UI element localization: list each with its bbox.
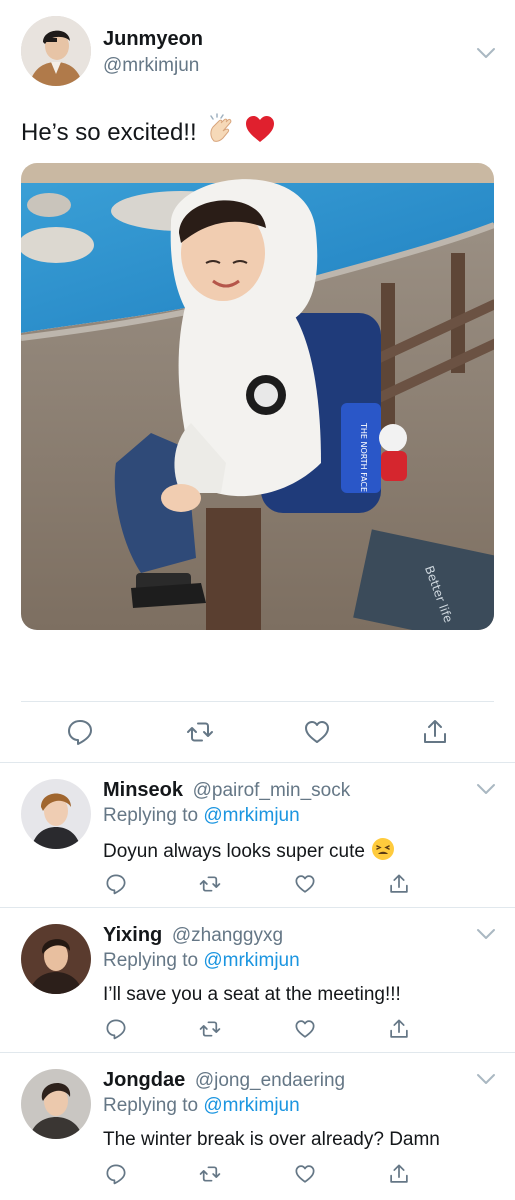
mention-link[interactable]: @mrkimjun <box>203 805 299 826</box>
reply-text: I’ll save you a seat at the meeting!!! <box>103 984 401 1006</box>
reply-icon[interactable] <box>66 718 94 746</box>
like-icon[interactable] <box>294 873 316 895</box>
reply-tweet-jongdae[interactable]: Jongdae @jong_endaering Replying to @mrk… <box>0 1053 515 1200</box>
chevron-down-icon[interactable] <box>476 1072 496 1086</box>
red-heart-emoji <box>245 115 275 150</box>
share-icon[interactable] <box>388 1018 410 1040</box>
tired-face-emoji <box>371 837 395 867</box>
chevron-down-icon[interactable] <box>476 782 496 796</box>
avatar-junmyeon[interactable] <box>21 16 91 86</box>
mention-link[interactable]: @mrkimjun <box>203 950 299 971</box>
reply-text: Doyun always looks super cute <box>103 837 395 867</box>
reply-text-content: The winter break is over already? Damn <box>103 1129 440 1150</box>
share-icon[interactable] <box>421 718 449 746</box>
like-icon[interactable] <box>294 1163 316 1185</box>
display-name-text[interactable]: Jongdae <box>103 1069 185 1091</box>
replying-to-label: Replying to <box>103 805 199 826</box>
chevron-down-icon[interactable] <box>476 927 496 941</box>
like-icon[interactable] <box>303 718 331 746</box>
display-name[interactable]: Yixing @zhanggyxg <box>103 924 283 947</box>
display-name-text[interactable]: Yixing <box>103 924 162 946</box>
reply-tweet-minseok[interactable]: Minseok @pairof_min_sock Replying to @mr… <box>0 763 515 908</box>
like-icon[interactable] <box>294 1018 316 1040</box>
chevron-down-icon[interactable] <box>476 46 496 60</box>
share-icon[interactable] <box>388 1163 410 1185</box>
retweet-icon[interactable] <box>199 873 221 895</box>
replying-to-label: Replying to <box>103 950 199 971</box>
replying-to: Replying to @mrkimjun <box>103 950 300 972</box>
tweet-photo[interactable]: Better life THE NORTH FACE <box>21 163 494 630</box>
main-tweet: Junmyeon @mrkimjun He’s so excited!! Bet… <box>0 0 515 763</box>
display-name[interactable]: Junmyeon <box>103 28 203 51</box>
display-name[interactable]: Jongdae @jong_endaering <box>103 1069 345 1092</box>
reply-text: The winter break is over already? Damn <box>103 1129 440 1151</box>
reply-icon[interactable] <box>105 1163 127 1185</box>
reply-text-content: I’ll save you a seat at the meeting!!! <box>103 984 401 1005</box>
avatar-minseok[interactable] <box>21 779 91 849</box>
retweet-icon[interactable] <box>199 1163 221 1185</box>
display-name-text[interactable]: Minseok <box>103 779 183 801</box>
replying-to-label: Replying to <box>103 1095 199 1116</box>
avatar-jongdae[interactable] <box>21 1069 91 1139</box>
clapping-hands-emoji <box>205 113 237 152</box>
reply-tweet-yixing[interactable]: Yixing @zhanggyxg Replying to @mrkimjun … <box>0 908 515 1053</box>
user-handle[interactable]: @pairof_min_sock <box>193 780 351 801</box>
avatar-yixing[interactable] <box>21 924 91 994</box>
retweet-icon[interactable] <box>186 718 214 746</box>
reply-icon[interactable] <box>105 873 127 895</box>
user-handle[interactable]: @mrkimjun <box>103 55 199 77</box>
replying-to: Replying to @mrkimjun <box>103 1095 300 1117</box>
user-handle[interactable]: @zhanggyxg <box>172 925 283 946</box>
retweet-icon[interactable] <box>199 1018 221 1040</box>
reply-icon[interactable] <box>105 1018 127 1040</box>
actions-divider <box>21 701 494 702</box>
reply-text-content: Doyun always looks super cute <box>103 841 365 862</box>
replying-to: Replying to @mrkimjun <box>103 805 300 827</box>
user-handle[interactable]: @jong_endaering <box>195 1070 345 1091</box>
tweet-text-content: He’s so excited!! <box>21 118 197 146</box>
mention-link[interactable]: @mrkimjun <box>203 1095 299 1116</box>
backpack-brand-text: THE NORTH FACE <box>359 422 368 492</box>
tweet-text: He’s so excited!! <box>21 113 275 152</box>
share-icon[interactable] <box>388 873 410 895</box>
display-name[interactable]: Minseok @pairof_min_sock <box>103 779 350 802</box>
